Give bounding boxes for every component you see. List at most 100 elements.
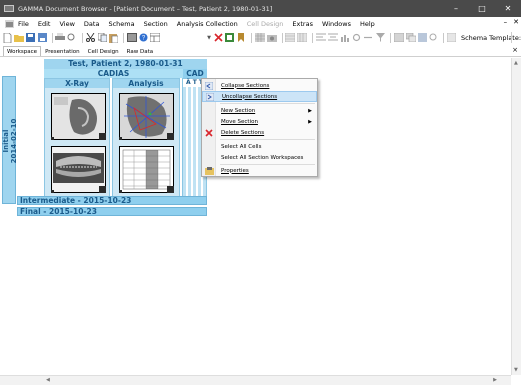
resize-handle-icon[interactable] xyxy=(167,133,174,140)
resize-handle-icon[interactable] xyxy=(167,186,174,193)
menu-section[interactable]: Section xyxy=(144,20,168,28)
column-header-xray: X-Ray xyxy=(45,79,109,88)
delete-icon[interactable] xyxy=(214,32,223,43)
menu-item-label: Delete Sections xyxy=(221,129,265,136)
toolbar: ? ▼ Schema Template: xyxy=(0,30,521,45)
menu-schema[interactable]: Schema xyxy=(108,20,134,28)
maximize-button[interactable]: □ xyxy=(469,0,495,17)
save-all-icon[interactable] xyxy=(37,32,47,43)
print-preview-icon[interactable] xyxy=(67,32,77,43)
mdi-close-button[interactable]: ✕ xyxy=(513,18,519,26)
copy-icon[interactable] xyxy=(97,32,107,43)
xray-image-cell-bottom[interactable] xyxy=(51,146,106,193)
scroll-right-icon[interactable]: ▶ xyxy=(493,377,497,383)
link-icon[interactable] xyxy=(363,32,373,43)
mdi-minimize-button[interactable]: – xyxy=(504,18,508,26)
grid-icon[interactable] xyxy=(254,32,265,43)
close-tab-icon[interactable]: × xyxy=(512,46,518,54)
close-button[interactable]: ✕ xyxy=(495,0,521,17)
horizontal-scrollbar[interactable]: ◀ ▶ xyxy=(0,375,511,385)
save-layout-icon[interactable] xyxy=(417,32,427,43)
print-icon[interactable] xyxy=(55,32,66,43)
menu-view[interactable]: View xyxy=(59,20,74,28)
menu-item-properties[interactable]: Properties xyxy=(202,165,317,176)
vertical-scrollbar[interactable]: ▲ ▼ xyxy=(511,58,521,375)
cadias-group-header: CADIAS xyxy=(44,69,183,78)
align-left-icon[interactable] xyxy=(316,32,327,43)
camera-icon[interactable] xyxy=(266,32,277,43)
filter-icon[interactable] xyxy=(375,32,385,43)
align-center-icon[interactable] xyxy=(328,32,339,43)
menu-item-move-section[interactable]: Move Section ▶ xyxy=(202,116,317,127)
xray-image-cell-top[interactable] xyxy=(51,93,106,140)
menu-file[interactable]: File xyxy=(18,20,29,28)
menu-item-select-all-cells[interactable]: Select All Cells xyxy=(202,141,317,152)
scroll-left-icon[interactable]: ◀ xyxy=(46,377,50,383)
patient-title: Test, Patient 2, 1980-01-31 xyxy=(44,59,207,69)
document-window-icon xyxy=(5,19,14,28)
menu-item-select-all-section-workspaces[interactable]: Select All Section Workspaces xyxy=(202,152,317,163)
tab-raw-data[interactable]: Raw Data xyxy=(123,46,157,56)
menu-item-label: Select All Section Workspaces xyxy=(221,154,304,161)
layout-icon[interactable] xyxy=(149,32,160,43)
analysis-image-cell-bottom[interactable] xyxy=(119,146,174,193)
tab-workspace[interactable]: Workspace xyxy=(3,46,42,56)
scroll-up-icon[interactable]: ▲ xyxy=(514,60,518,66)
table-icon[interactable] xyxy=(285,32,296,43)
menu-edit[interactable]: Edit xyxy=(38,20,51,28)
paste-icon[interactable] xyxy=(108,32,118,43)
resize-handle-icon[interactable] xyxy=(99,186,106,193)
edit-cell-icon[interactable] xyxy=(225,32,235,43)
menu-windows[interactable]: Windows xyxy=(322,20,351,28)
menu-item-new-section[interactable]: New Section ▶ xyxy=(202,105,317,116)
menu-help[interactable]: Help xyxy=(360,20,375,28)
image-icon[interactable] xyxy=(126,32,137,43)
resize-handle-icon[interactable] xyxy=(99,133,106,140)
toolbar-separator xyxy=(312,32,314,43)
settings-icon[interactable] xyxy=(352,32,361,43)
new-document-icon[interactable] xyxy=(3,32,12,43)
open-folder-icon[interactable] xyxy=(14,32,25,43)
chart-icon[interactable] xyxy=(340,32,350,43)
panoramic-xray-thumbnail xyxy=(52,147,105,192)
zoom-icon[interactable] xyxy=(429,32,438,43)
menu-extras[interactable]: Extras xyxy=(292,20,313,28)
menu-item-label: Collapse Sections xyxy=(221,82,270,89)
window-cascade-icon[interactable] xyxy=(405,32,416,43)
menu-data[interactable]: Data xyxy=(84,20,100,28)
menu-item-uncollapse-sections[interactable]: Uncollapse Sections xyxy=(202,91,317,102)
uncollapse-icon xyxy=(206,92,214,101)
columns-icon[interactable] xyxy=(297,32,308,43)
tab-cell-design[interactable]: Cell Design xyxy=(84,46,123,56)
bookmark-icon[interactable] xyxy=(237,32,246,43)
scroll-down-icon[interactable]: ▼ xyxy=(514,367,518,373)
save-icon[interactable] xyxy=(26,32,36,43)
minimize-button[interactable]: – xyxy=(443,0,469,17)
chevron-down-icon[interactable]: ▼ xyxy=(207,35,212,41)
window-tile-icon[interactable] xyxy=(393,32,404,43)
template-icon[interactable] xyxy=(446,32,456,43)
menu-item-delete-sections[interactable]: Delete Sections xyxy=(202,127,317,138)
cut-icon[interactable] xyxy=(86,32,96,43)
properties-icon xyxy=(204,166,214,175)
collapse-icon xyxy=(205,81,213,90)
toolbar-separator xyxy=(281,32,283,43)
cell-marker-icon xyxy=(119,190,122,193)
submenu-arrow-icon: ▶ xyxy=(308,107,312,114)
section-intermediate[interactable]: Intermediate - 2015-10-23 xyxy=(17,196,207,205)
menu-analysis-collection[interactable]: Analysis Collection xyxy=(177,20,238,28)
menu-item-collapse-sections[interactable]: Collapse Sections xyxy=(202,80,317,91)
menu-cell-design[interactable]: Cell Design xyxy=(247,20,284,28)
menu-item-label: Select All Cells xyxy=(221,143,262,150)
analysis-image-cell-top[interactable] xyxy=(119,93,174,140)
submenu-arrow-icon: ▶ xyxy=(308,118,312,125)
schema-template-select[interactable] xyxy=(511,32,521,43)
section-initial-label[interactable]: Initial 2014-02-10 xyxy=(2,76,18,204)
tab-presentation[interactable]: Presentation xyxy=(41,46,84,56)
menu-separator xyxy=(220,139,315,140)
toolbar-separator xyxy=(389,32,391,43)
section-final[interactable]: Final - 2015-10-23 xyxy=(17,207,207,216)
help-icon[interactable]: ? xyxy=(139,32,148,43)
cephalometric-analysis-thumbnail xyxy=(120,94,173,139)
menu-item-label: New Section xyxy=(221,107,256,114)
